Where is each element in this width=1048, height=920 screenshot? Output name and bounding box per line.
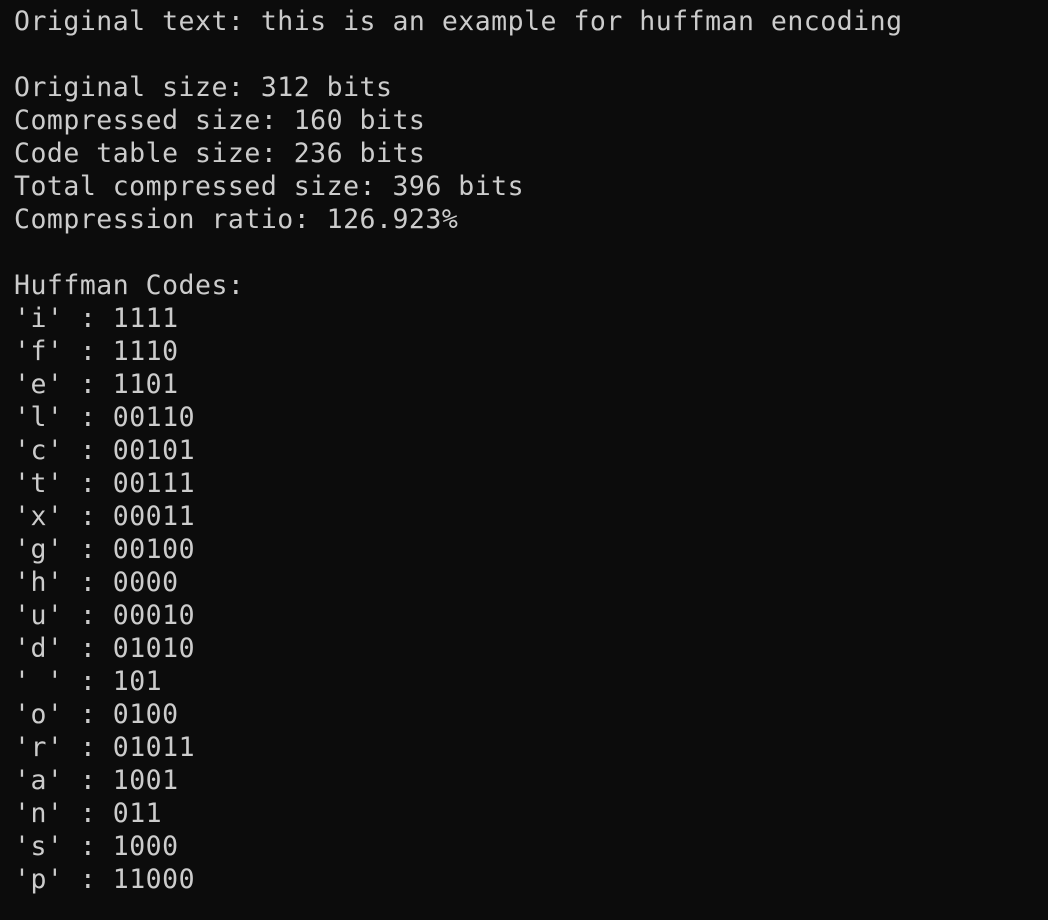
code-symbol: 'i' bbox=[14, 303, 64, 334]
code-value: 11000 bbox=[112, 864, 196, 895]
code-separator: : bbox=[63, 435, 113, 466]
code-row: 'n' : 011 bbox=[14, 797, 1048, 830]
code-symbol: 'f' bbox=[14, 336, 64, 367]
code-value: 1110 bbox=[112, 336, 179, 367]
code-value: 00110 bbox=[112, 402, 196, 433]
code-symbol: 'h' bbox=[14, 567, 64, 598]
code-symbol: ' ' bbox=[14, 666, 64, 697]
compression-ratio-line: Compression ratio: 126.923% bbox=[14, 204, 459, 235]
code-row: 'd' : 01010 bbox=[14, 632, 1048, 665]
code-row: 'u' : 00010 bbox=[14, 599, 1048, 632]
code-separator: : bbox=[63, 303, 113, 334]
code-separator: : bbox=[63, 600, 113, 631]
code-value: 01010 bbox=[112, 633, 196, 664]
code-separator: : bbox=[63, 336, 113, 367]
code-symbol: 'x' bbox=[14, 501, 64, 532]
code-row: 'r' : 01011 bbox=[14, 731, 1048, 764]
code-value: 1000 bbox=[112, 831, 179, 862]
code-value: 101 bbox=[112, 666, 163, 697]
code-value: 011 bbox=[112, 798, 163, 829]
code-symbol: 'l' bbox=[14, 402, 64, 433]
codes-header: Huffman Codes: bbox=[14, 270, 245, 301]
code-value: 00101 bbox=[112, 435, 196, 466]
code-separator: : bbox=[63, 369, 113, 400]
original-text-line: Original text: this is an example for hu… bbox=[14, 6, 903, 37]
code-symbol: 'e' bbox=[14, 369, 64, 400]
code-row: 's' : 1000 bbox=[14, 830, 1048, 863]
code-row: 'a' : 1001 bbox=[14, 764, 1048, 797]
code-value: 00100 bbox=[112, 534, 196, 565]
code-separator: : bbox=[63, 501, 113, 532]
code-row: 't' : 00111 bbox=[14, 467, 1048, 500]
code-table-size-line: Code table size: 236 bits bbox=[14, 138, 426, 169]
code-row: 'p' : 11000 bbox=[14, 863, 1048, 896]
code-symbol: 'a' bbox=[14, 765, 64, 796]
code-separator: : bbox=[63, 864, 113, 895]
code-value: 00010 bbox=[112, 600, 196, 631]
code-row: 'h' : 0000 bbox=[14, 566, 1048, 599]
code-symbol: 'g' bbox=[14, 534, 64, 565]
huffman-codes-list: 'i' : 1111'f' : 1110'e' : 1101'l' : 0011… bbox=[14, 302, 1048, 896]
code-value: 0000 bbox=[112, 567, 179, 598]
code-symbol: 'u' bbox=[14, 600, 64, 631]
code-separator: : bbox=[63, 798, 113, 829]
code-separator: : bbox=[63, 699, 113, 730]
code-symbol: 'p' bbox=[14, 864, 64, 895]
total-compressed-size-line: Total compressed size: 396 bits bbox=[14, 171, 525, 202]
code-value: 0100 bbox=[112, 699, 179, 730]
code-symbol: 'c' bbox=[14, 435, 64, 466]
code-value: 1101 bbox=[112, 369, 179, 400]
code-symbol: 's' bbox=[14, 831, 64, 862]
code-separator: : bbox=[63, 831, 113, 862]
code-symbol: 't' bbox=[14, 468, 64, 499]
code-separator: : bbox=[63, 666, 113, 697]
code-separator: : bbox=[63, 633, 113, 664]
code-value: 00111 bbox=[112, 468, 196, 499]
code-separator: : bbox=[63, 468, 113, 499]
code-value: 00011 bbox=[112, 501, 196, 532]
code-symbol: 'n' bbox=[14, 798, 64, 829]
code-row: 'e' : 1101 bbox=[14, 368, 1048, 401]
code-symbol: 'r' bbox=[14, 732, 64, 763]
code-separator: : bbox=[63, 567, 113, 598]
compressed-size-line: Compressed size: 160 bits bbox=[14, 105, 426, 136]
code-value: 01011 bbox=[112, 732, 196, 763]
code-value: 1001 bbox=[112, 765, 179, 796]
terminal-output: Original text: this is an example for hu… bbox=[0, 0, 1048, 920]
code-row: ' ' : 101 bbox=[14, 665, 1048, 698]
code-row: 'c' : 00101 bbox=[14, 434, 1048, 467]
code-separator: : bbox=[63, 534, 113, 565]
code-row: 'i' : 1111 bbox=[14, 302, 1048, 335]
code-row: 'l' : 00110 bbox=[14, 401, 1048, 434]
code-separator: : bbox=[63, 732, 113, 763]
code-row: 'f' : 1110 bbox=[14, 335, 1048, 368]
code-row: 'o' : 0100 bbox=[14, 698, 1048, 731]
code-separator: : bbox=[63, 402, 113, 433]
code-value: 1111 bbox=[112, 303, 179, 334]
code-separator: : bbox=[63, 765, 113, 796]
code-symbol: 'd' bbox=[14, 633, 64, 664]
code-symbol: 'o' bbox=[14, 699, 64, 730]
original-size-line: Original size: 312 bits bbox=[14, 72, 393, 103]
code-row: 'x' : 00011 bbox=[14, 500, 1048, 533]
code-row: 'g' : 00100 bbox=[14, 533, 1048, 566]
